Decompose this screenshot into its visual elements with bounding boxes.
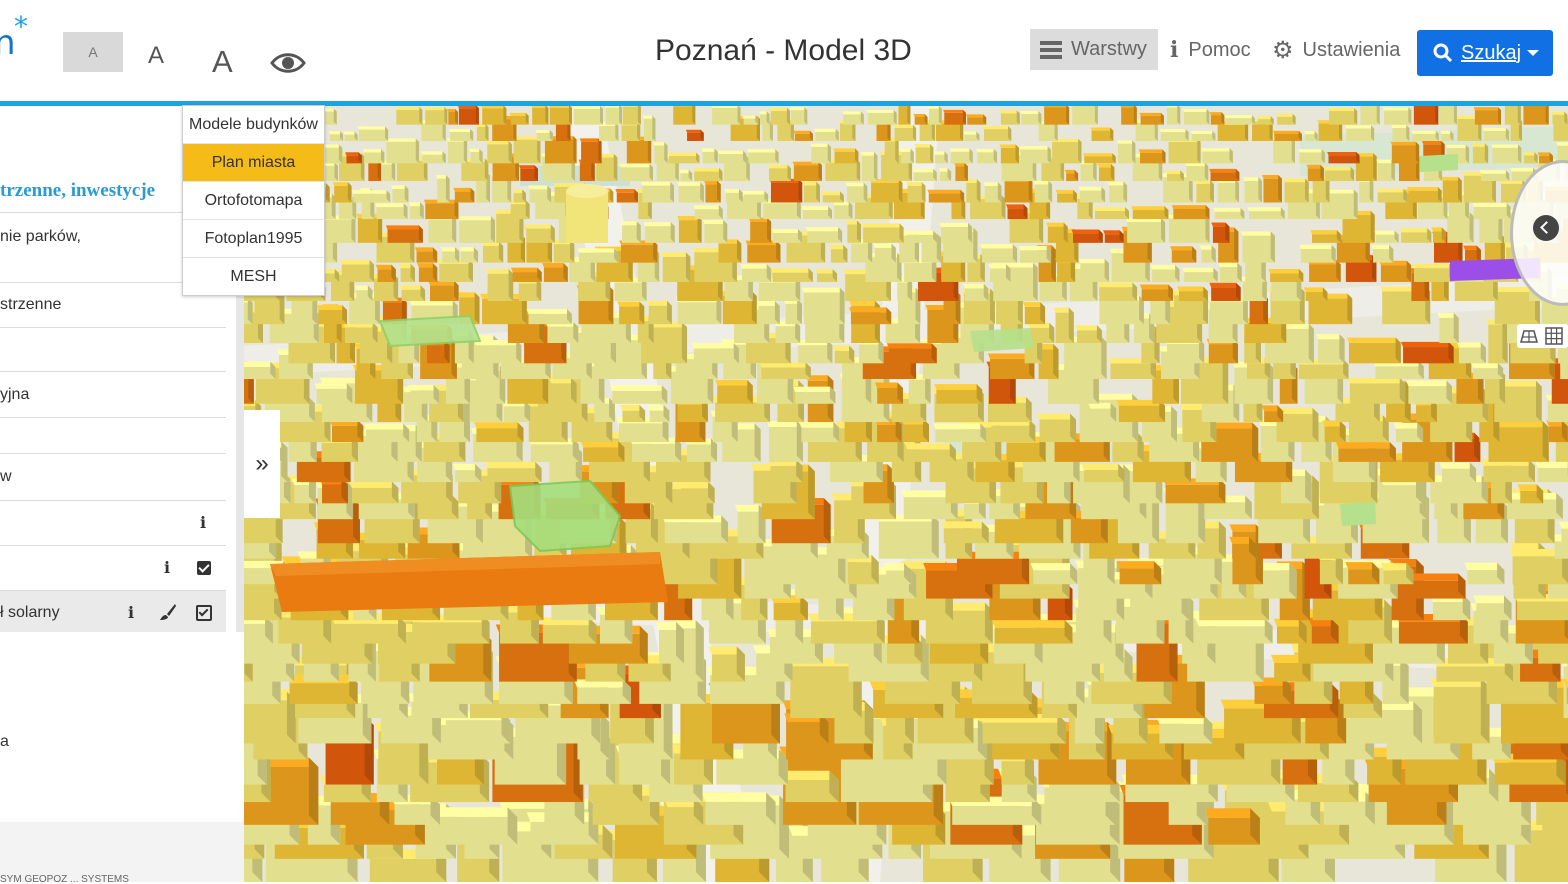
panel-footer [0,822,244,882]
layer-item[interactable]: a [0,733,226,751]
layers-button[interactable]: Warstwy [1030,29,1158,70]
help-label: Pomoc [1188,39,1250,62]
search-button[interactable]: Szukaj [1417,30,1553,76]
layers-label: Warstwy [1071,38,1147,61]
search-icon [1433,43,1453,63]
info-icon[interactable]: i [164,558,170,577]
map-attribution: SYM GEOPOZ ... SYSTEMS [0,874,600,884]
info-icon[interactable]: i [128,603,134,622]
base-layer-option-active[interactable]: Plan miasta [183,144,324,182]
info-icon[interactable]: i [200,513,206,532]
layer-item[interactable]: w [0,468,226,486]
info-icon: i [1170,37,1178,63]
help-button[interactable]: i Pomoc [1170,33,1251,67]
layer-item-label: ł solarny [0,604,226,622]
checkbox-checked-icon[interactable] [197,561,211,575]
caret-down-icon [1527,50,1539,56]
gear-icon: ⚙ [1272,36,1294,64]
hamburger-icon [1040,41,1062,59]
layer-row-solar[interactable]: ł solarny i [0,591,226,632]
brush-icon[interactable] [159,603,177,621]
chevron-left-icon[interactable] [1533,215,1559,241]
base-layer-option[interactable]: Modele budynków [183,106,324,144]
checkbox-checked-icon[interactable] [196,605,212,621]
perspective-view-icon[interactable] [1520,327,1538,345]
grid-view-icon[interactable] [1545,327,1563,345]
view-mode-buttons [1517,324,1568,348]
page-title: Poznań - Model 3D [655,34,912,68]
collapse-panel-button[interactable]: » [244,410,280,518]
font-size-large-button[interactable]: A [212,44,233,80]
layer-item[interactable]: strzenne [0,296,226,314]
settings-button[interactable]: ⚙ Ustawienia [1272,33,1400,67]
font-size-small-button[interactable]: A [63,32,123,72]
layer-item[interactable]: yjna [0,386,226,404]
base-layer-dropdown: Modele budynków Plan miasta Ortofotomapa… [182,105,325,296]
section-title[interactable]: trzenne, inwestycje [0,180,155,202]
base-layer-option[interactable]: MESH [183,258,324,295]
settings-label: Ustawienia [1303,39,1401,62]
double-chevron-right-icon: » [255,450,268,478]
city-logo[interactable]: n * [0,14,36,58]
base-layer-option[interactable]: Fotoplan1995 [183,220,324,258]
search-label: Szukaj [1461,42,1521,65]
font-size-medium-button[interactable]: A [148,42,164,70]
eye-icon[interactable] [270,50,306,76]
base-layer-option[interactable]: Ortofotomapa [183,182,324,220]
top-header: n * A A A Poznań - Model 3D Warstwy i Po… [0,0,1568,101]
